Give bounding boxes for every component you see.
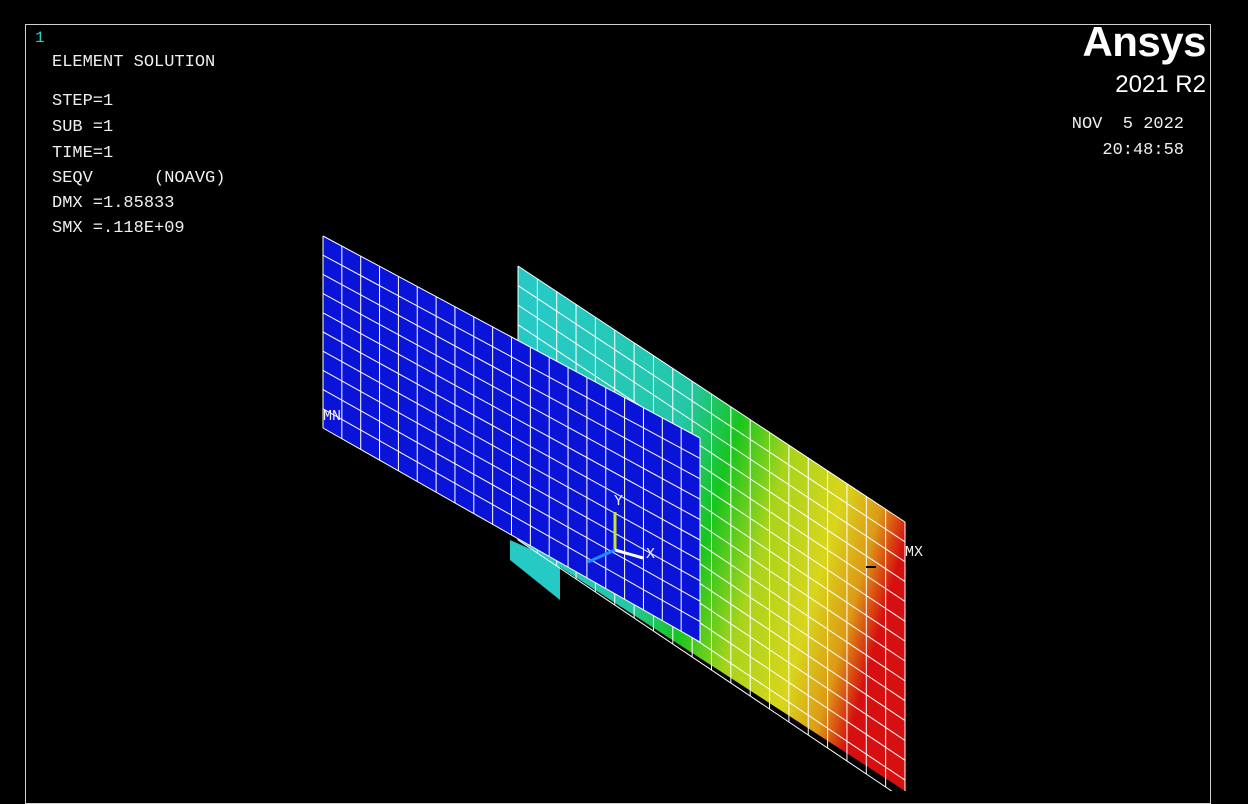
axis-y-label: Y <box>614 493 623 510</box>
axis-x-label: X <box>646 546 655 563</box>
front-plate-grid <box>322 235 701 643</box>
min-marker: MN <box>323 408 341 425</box>
front-plate-mesh <box>322 235 701 643</box>
model-viewport[interactable]: Y X MN MX <box>0 0 1248 791</box>
max-marker: MX <box>905 544 923 561</box>
